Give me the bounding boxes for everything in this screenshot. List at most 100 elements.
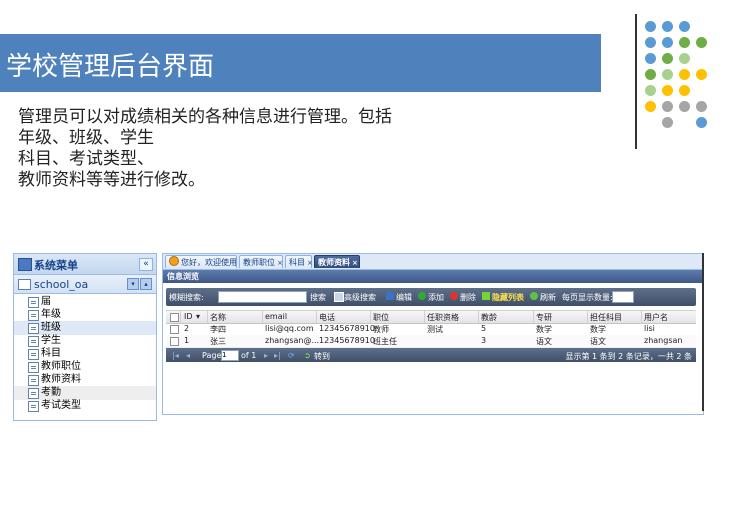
decor-dot <box>645 37 656 48</box>
cell-subject: 语文 <box>590 337 606 346</box>
list-icon <box>28 388 39 399</box>
page-number-input[interactable]: 1 <box>221 350 239 361</box>
slide-description-line-1: 管理员可以对成绩相关的各种信息进行管理。包括 <box>18 107 392 127</box>
expand-all-icon[interactable]: ▾ <box>127 278 139 290</box>
reload-icon[interactable]: ⟳ <box>288 351 295 360</box>
decor-dot <box>662 69 673 80</box>
slide-title: 学校管理后台界面 <box>6 52 215 82</box>
decor-dot <box>696 37 707 48</box>
sort-desc-icon[interactable]: ▾ <box>196 312 200 321</box>
decor-dot <box>662 21 673 32</box>
cell-teaching-years: 3 <box>481 336 487 345</box>
sidebar-item-session[interactable]: 届 <box>14 295 156 309</box>
panel-title: 信息浏览 <box>167 272 199 281</box>
sidebar-item-class[interactable]: 班级 <box>14 321 156 335</box>
tab-teacher-position[interactable]: 教师职位 × <box>239 255 283 268</box>
column-header-name[interactable]: 名称 <box>210 312 226 323</box>
list-icon <box>28 349 39 360</box>
decor-dot <box>645 69 656 80</box>
grid-header: ID ▾ 名称 email 电话 职位 任职资格 教龄 专研 担任科目 用户名 <box>166 310 696 324</box>
delete-button[interactable]: 删除 <box>460 292 476 303</box>
column-header-email[interactable]: email <box>265 312 287 321</box>
column-separator <box>180 311 181 323</box>
column-header-phone[interactable]: 电话 <box>319 312 335 323</box>
sidebar-item-label: 考试类型 <box>41 400 81 411</box>
sidebar-item-attendance[interactable]: 考勤 <box>14 386 156 400</box>
delete-icon <box>450 292 458 300</box>
refresh-button[interactable]: 刷新 <box>540 292 556 303</box>
sidebar-item-label: 届 <box>41 296 51 307</box>
column-header-qualification[interactable]: 任职资格 <box>427 312 459 323</box>
next-page-icon[interactable]: ▸ <box>264 351 268 360</box>
per-page-label: 每页显示数量: <box>562 293 613 302</box>
decor-dot <box>645 21 656 32</box>
column-header-id[interactable]: ID <box>184 312 193 321</box>
decor-vertical-line <box>635 14 637 149</box>
decor-dot <box>662 37 673 48</box>
tab-teacher-info[interactable]: 教师资料 × <box>314 255 360 268</box>
per-page-input[interactable] <box>612 291 634 303</box>
goto-icon: ➲ <box>304 351 311 360</box>
grid-toolbar: 模糊搜索: 搜索 高级搜索 编辑 添加 删除 隐藏列表 刷新 每页显示数量: <box>166 288 696 306</box>
cell-email: zhangsan@... <box>265 336 320 345</box>
system-menu-header: 系统菜单 « <box>14 254 156 275</box>
list-icon <box>28 297 39 308</box>
sidebar-item-student[interactable]: 学生 <box>14 334 156 348</box>
column-separator <box>316 311 317 323</box>
row-checkbox[interactable] <box>170 337 179 346</box>
cell-name: 李四 <box>210 325 226 334</box>
select-all-checkbox[interactable] <box>170 313 179 322</box>
sidebar-item-label: 科目 <box>41 348 61 359</box>
collapse-sidebar-icon[interactable]: « <box>139 258 153 271</box>
edit-button[interactable]: 编辑 <box>396 292 412 303</box>
tab-label: 教师资料 <box>318 258 350 267</box>
add-button[interactable]: 添加 <box>428 292 444 303</box>
close-icon[interactable]: × <box>307 257 313 270</box>
tab-welcome[interactable]: 您好，欢迎使用 <box>165 255 237 268</box>
system-menu-title: 系统菜单 <box>34 259 78 272</box>
sidebar-item-exam-type[interactable]: 考试类型 <box>14 399 156 413</box>
cell-username: lisi <box>644 324 655 333</box>
decor-dot <box>679 101 690 112</box>
column-header-specialty[interactable]: 专研 <box>536 312 552 323</box>
tab-subject[interactable]: 科目 × <box>285 255 313 270</box>
prev-page-icon[interactable]: ◂ <box>186 351 190 360</box>
cell-username: zhangsan <box>644 336 683 345</box>
cell-email: lisi@qq.com <box>265 324 314 333</box>
close-icon[interactable]: × <box>352 257 358 270</box>
cell-teaching-years: 5 <box>481 324 487 333</box>
search-button[interactable]: 搜索 <box>310 292 326 303</box>
decor-right-bar <box>702 253 704 411</box>
last-page-icon[interactable]: ▸| <box>274 351 281 360</box>
edit-icon <box>386 292 394 300</box>
list-icon <box>28 310 39 321</box>
decor-dot <box>696 117 707 128</box>
column-separator <box>533 311 534 323</box>
table-row[interactable]: 1 张三 zhangsan@... 12345678910 班主任 3 语文 语… <box>166 335 696 348</box>
row-checkbox[interactable] <box>170 325 179 334</box>
record-summary: 显示第 1 条到 2 条记录，一共 2 条 <box>565 352 692 361</box>
panel-header: 信息浏览 <box>163 270 703 283</box>
close-icon[interactable]: × <box>277 257 283 270</box>
tab-label: 教师职位 <box>243 258 275 267</box>
sidebar-item-subject[interactable]: 科目 <box>14 347 156 361</box>
tree-root-label: school_oa <box>34 278 89 291</box>
search-input[interactable] <box>218 291 307 303</box>
column-header-position[interactable]: 职位 <box>373 312 389 323</box>
first-page-icon[interactable]: |◂ <box>172 351 179 360</box>
main-panel: 您好，欢迎使用 教师职位 × 科目 × 教师资料 × 信息浏览 模糊搜索: 搜索 高级… <box>162 253 704 415</box>
sidebar-item-teacher-position[interactable]: 教师职位 <box>14 360 156 374</box>
sidebar-item-teacher-info[interactable]: 教师资料 <box>14 373 156 387</box>
hide-columns-button[interactable]: 隐藏列表 <box>492 292 524 303</box>
list-icon <box>28 362 39 373</box>
column-header-teaching-years[interactable]: 教龄 <box>481 312 497 323</box>
column-header-subject[interactable]: 担任科目 <box>590 312 622 323</box>
tree-root[interactable]: school_oa ▾ ▴ <box>14 275 156 294</box>
sidebar-item-label: 学生 <box>41 335 61 346</box>
sidebar-item-label: 班级 <box>41 322 61 333</box>
column-header-username[interactable]: 用户名 <box>644 312 668 323</box>
advanced-search-button[interactable]: 高级搜索 <box>344 292 376 303</box>
goto-button[interactable]: 转到 <box>314 351 330 362</box>
sidebar-item-grade[interactable]: 年级 <box>14 308 156 322</box>
collapse-all-icon[interactable]: ▴ <box>140 278 152 290</box>
